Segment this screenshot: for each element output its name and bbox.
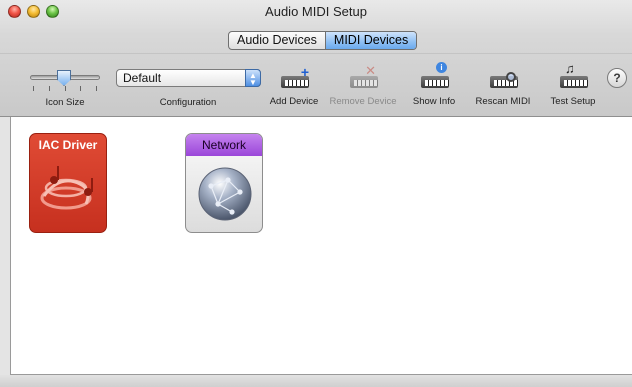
audio-midi-setup-window: Audio MIDI Setup Audio Devices MIDI Devi…	[0, 0, 632, 387]
show-info-label: Show Info	[412, 96, 456, 107]
music-note-icon: ♫	[565, 61, 575, 76]
device-network[interactable]: Network	[185, 133, 263, 233]
add-device-button[interactable]: +	[279, 64, 309, 88]
configuration-popup[interactable]: Default ▲ ▼	[116, 69, 261, 87]
midi-music-notes-icon	[40, 166, 93, 210]
midi-keyboard-icon	[560, 76, 588, 88]
midi-devices-area: IAC Driver Network	[10, 117, 632, 375]
info-icon: i	[436, 62, 447, 73]
toolbar-divider	[0, 53, 632, 54]
configuration-value: Default	[123, 71, 162, 85]
test-setup-label: Test Setup	[550, 96, 596, 107]
remove-device-button[interactable]: ✕	[348, 63, 378, 88]
icon-size-slider-ticks	[33, 86, 97, 91]
view-segmented-control: Audio Devices MIDI Devices	[228, 31, 418, 50]
rescan-midi-button[interactable]	[488, 66, 518, 88]
magnifier-icon	[506, 72, 516, 82]
plus-icon: +	[300, 64, 309, 80]
window-bottom-bar	[0, 375, 632, 387]
device-label: Network	[186, 134, 262, 156]
tab-midi-devices[interactable]: MIDI Devices	[325, 32, 417, 49]
help-button[interactable]: ?	[607, 68, 627, 88]
rescan-midi-label: Rescan MIDI	[475, 96, 531, 107]
network-globe-icon	[198, 167, 252, 221]
midi-keyboard-icon	[421, 76, 449, 88]
remove-x-icon: ✕	[365, 63, 376, 78]
icon-size-label: Icon Size	[45, 97, 85, 108]
show-info-button[interactable]: i	[419, 62, 449, 88]
window-title: Audio MIDI Setup	[265, 4, 367, 19]
tab-audio-devices[interactable]: Audio Devices	[229, 32, 326, 49]
window-chrome: Audio MIDI Setup Audio Devices MIDI Devi…	[0, 0, 632, 117]
configuration-label: Configuration	[159, 97, 217, 108]
test-setup-button[interactable]: ♫	[558, 61, 588, 88]
popup-arrows-icon: ▲ ▼	[245, 69, 261, 87]
add-device-label: Add Device	[269, 96, 319, 107]
device-label: IAC Driver	[38, 138, 98, 152]
device-iac-driver[interactable]: IAC Driver	[29, 133, 107, 233]
remove-device-label: Remove Device	[329, 96, 397, 107]
icon-size-slider-knob[interactable]	[57, 70, 71, 86]
